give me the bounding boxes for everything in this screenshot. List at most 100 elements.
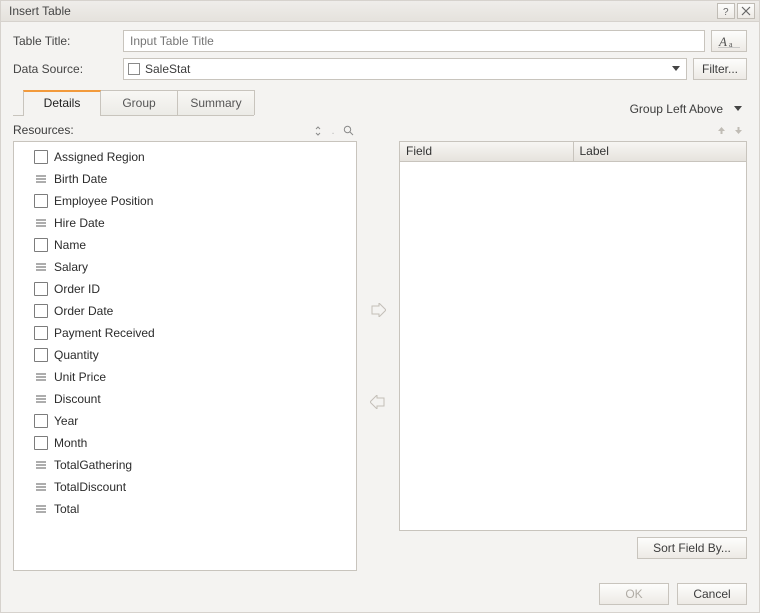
remove-field-button[interactable] bbox=[367, 391, 389, 413]
tabs-row: DetailsGroupSummary Group Left Above bbox=[13, 90, 747, 116]
list-item[interactable]: Payment Received bbox=[16, 322, 354, 344]
text-field-icon bbox=[34, 326, 48, 340]
numeric-field-icon bbox=[34, 502, 48, 516]
text-field-icon bbox=[34, 150, 48, 164]
titlebar: Insert Table ? bbox=[1, 1, 759, 22]
arrow-down-icon bbox=[733, 125, 744, 136]
list-item-label: Total bbox=[54, 502, 79, 516]
list-item-label: Hire Date bbox=[54, 216, 105, 230]
chevron-down-icon bbox=[731, 102, 745, 116]
sort-field-by-button[interactable]: Sort Field By... bbox=[637, 537, 747, 559]
close-button[interactable] bbox=[737, 3, 755, 19]
font-icon: A a bbox=[718, 34, 740, 48]
text-field-icon bbox=[34, 238, 48, 252]
body-area: Assigned Region Birth Date Employee Positi… bbox=[13, 141, 747, 571]
table-title-row: Table Title: A a bbox=[13, 30, 747, 52]
numeric-field-icon bbox=[34, 370, 48, 384]
list-item-label: Employee Position bbox=[54, 194, 153, 208]
sort-row: Sort Field By... bbox=[399, 537, 747, 559]
list-item-label: Birth Date bbox=[54, 172, 107, 186]
font-style-button[interactable]: A a bbox=[711, 30, 747, 52]
list-item-label: Assigned Region bbox=[54, 150, 145, 164]
text-field-icon bbox=[34, 282, 48, 296]
dialog-title: Insert Table bbox=[9, 4, 715, 18]
arrow-right-icon bbox=[370, 303, 386, 317]
cancel-button[interactable]: Cancel bbox=[677, 583, 747, 605]
help-icon: ? bbox=[721, 6, 731, 16]
list-item[interactable]: Birth Date bbox=[16, 168, 354, 190]
sort-updown-icon bbox=[313, 126, 323, 136]
move-up-button[interactable] bbox=[714, 124, 728, 138]
tab-summary[interactable]: Summary bbox=[177, 90, 255, 115]
list-item-label: Month bbox=[54, 436, 87, 450]
svg-text:A: A bbox=[718, 34, 727, 48]
arrow-left-icon bbox=[370, 395, 386, 409]
list-item-label: Unit Price bbox=[54, 370, 106, 384]
list-item-label: Order Date bbox=[54, 304, 113, 318]
data-source-combo[interactable]: SaleStat bbox=[123, 58, 687, 80]
list-item-label: Name bbox=[54, 238, 86, 252]
list-item[interactable]: Unit Price bbox=[16, 366, 354, 388]
list-item-label: Discount bbox=[54, 392, 101, 406]
list-item[interactable]: Salary bbox=[16, 256, 354, 278]
svg-text:a: a bbox=[729, 40, 733, 48]
numeric-field-icon bbox=[34, 216, 48, 230]
column-header-field[interactable]: Field bbox=[400, 142, 574, 161]
group-mode-label: Group Left Above bbox=[630, 102, 723, 116]
move-down-button[interactable] bbox=[731, 124, 745, 138]
list-item[interactable]: Name bbox=[16, 234, 354, 256]
list-item-label: Order ID bbox=[54, 282, 100, 296]
tab-group[interactable]: Group bbox=[100, 90, 178, 115]
right-column: Field Label Sort Field By... bbox=[399, 141, 747, 571]
dialog-buttons: OK Cancel bbox=[1, 577, 759, 612]
resources-list[interactable]: Assigned Region Birth Date Employee Positi… bbox=[13, 141, 357, 571]
list-item[interactable]: Employee Position bbox=[16, 190, 354, 212]
list-item[interactable]: Order ID bbox=[16, 278, 354, 300]
chevron-down-icon bbox=[668, 66, 684, 71]
svg-text:?: ? bbox=[723, 7, 729, 16]
list-item[interactable]: Quantity bbox=[16, 344, 354, 366]
table-header: Field Label bbox=[400, 142, 746, 162]
table-title-input[interactable] bbox=[123, 30, 705, 52]
add-field-button[interactable] bbox=[367, 299, 389, 321]
numeric-field-icon bbox=[34, 260, 48, 274]
list-item[interactable]: Year bbox=[16, 410, 354, 432]
text-field-icon bbox=[34, 436, 48, 450]
cube-icon bbox=[128, 63, 140, 75]
search-icon[interactable] bbox=[341, 124, 355, 138]
ok-button[interactable]: OK bbox=[599, 583, 669, 605]
list-item-label: Payment Received bbox=[54, 326, 155, 340]
dialog-content: Table Title: A a Data Source: SaleStat F… bbox=[1, 22, 759, 577]
numeric-field-icon bbox=[34, 392, 48, 406]
list-item[interactable]: Order Date bbox=[16, 300, 354, 322]
list-item-label: TotalGathering bbox=[54, 458, 132, 472]
group-mode-selector[interactable]: Group Left Above bbox=[254, 102, 747, 116]
separator-icon: . bbox=[326, 124, 340, 138]
insert-table-dialog: Insert Table ? Table Title: A a Data Sou… bbox=[0, 0, 760, 613]
list-item[interactable]: TotalGathering bbox=[16, 454, 354, 476]
arrow-up-icon bbox=[716, 125, 727, 136]
text-field-icon bbox=[34, 348, 48, 362]
selected-fields-table[interactable]: Field Label bbox=[399, 141, 747, 531]
list-item-label: TotalDiscount bbox=[54, 480, 126, 494]
filter-button[interactable]: Filter... bbox=[693, 58, 747, 80]
list-item[interactable]: TotalDiscount bbox=[16, 476, 354, 498]
list-item[interactable]: Discount bbox=[16, 388, 354, 410]
list-item[interactable]: Hire Date bbox=[16, 212, 354, 234]
numeric-field-icon bbox=[34, 458, 48, 472]
data-source-label: Data Source: bbox=[13, 62, 123, 76]
sort-icon[interactable] bbox=[311, 124, 325, 138]
tabbar: DetailsGroupSummary bbox=[13, 90, 254, 116]
transfer-buttons bbox=[357, 141, 399, 571]
list-item[interactable]: Total bbox=[16, 498, 354, 520]
list-item[interactable]: Month bbox=[16, 432, 354, 454]
help-button[interactable]: ? bbox=[717, 3, 735, 19]
list-item-label: Year bbox=[54, 414, 78, 428]
tab-details[interactable]: Details bbox=[23, 90, 101, 115]
text-field-icon bbox=[34, 194, 48, 208]
column-header-label[interactable]: Label bbox=[574, 142, 747, 161]
table-title-label: Table Title: bbox=[13, 34, 123, 48]
data-source-value: SaleStat bbox=[145, 62, 668, 76]
text-field-icon bbox=[34, 304, 48, 318]
list-item[interactable]: Assigned Region bbox=[16, 146, 354, 168]
